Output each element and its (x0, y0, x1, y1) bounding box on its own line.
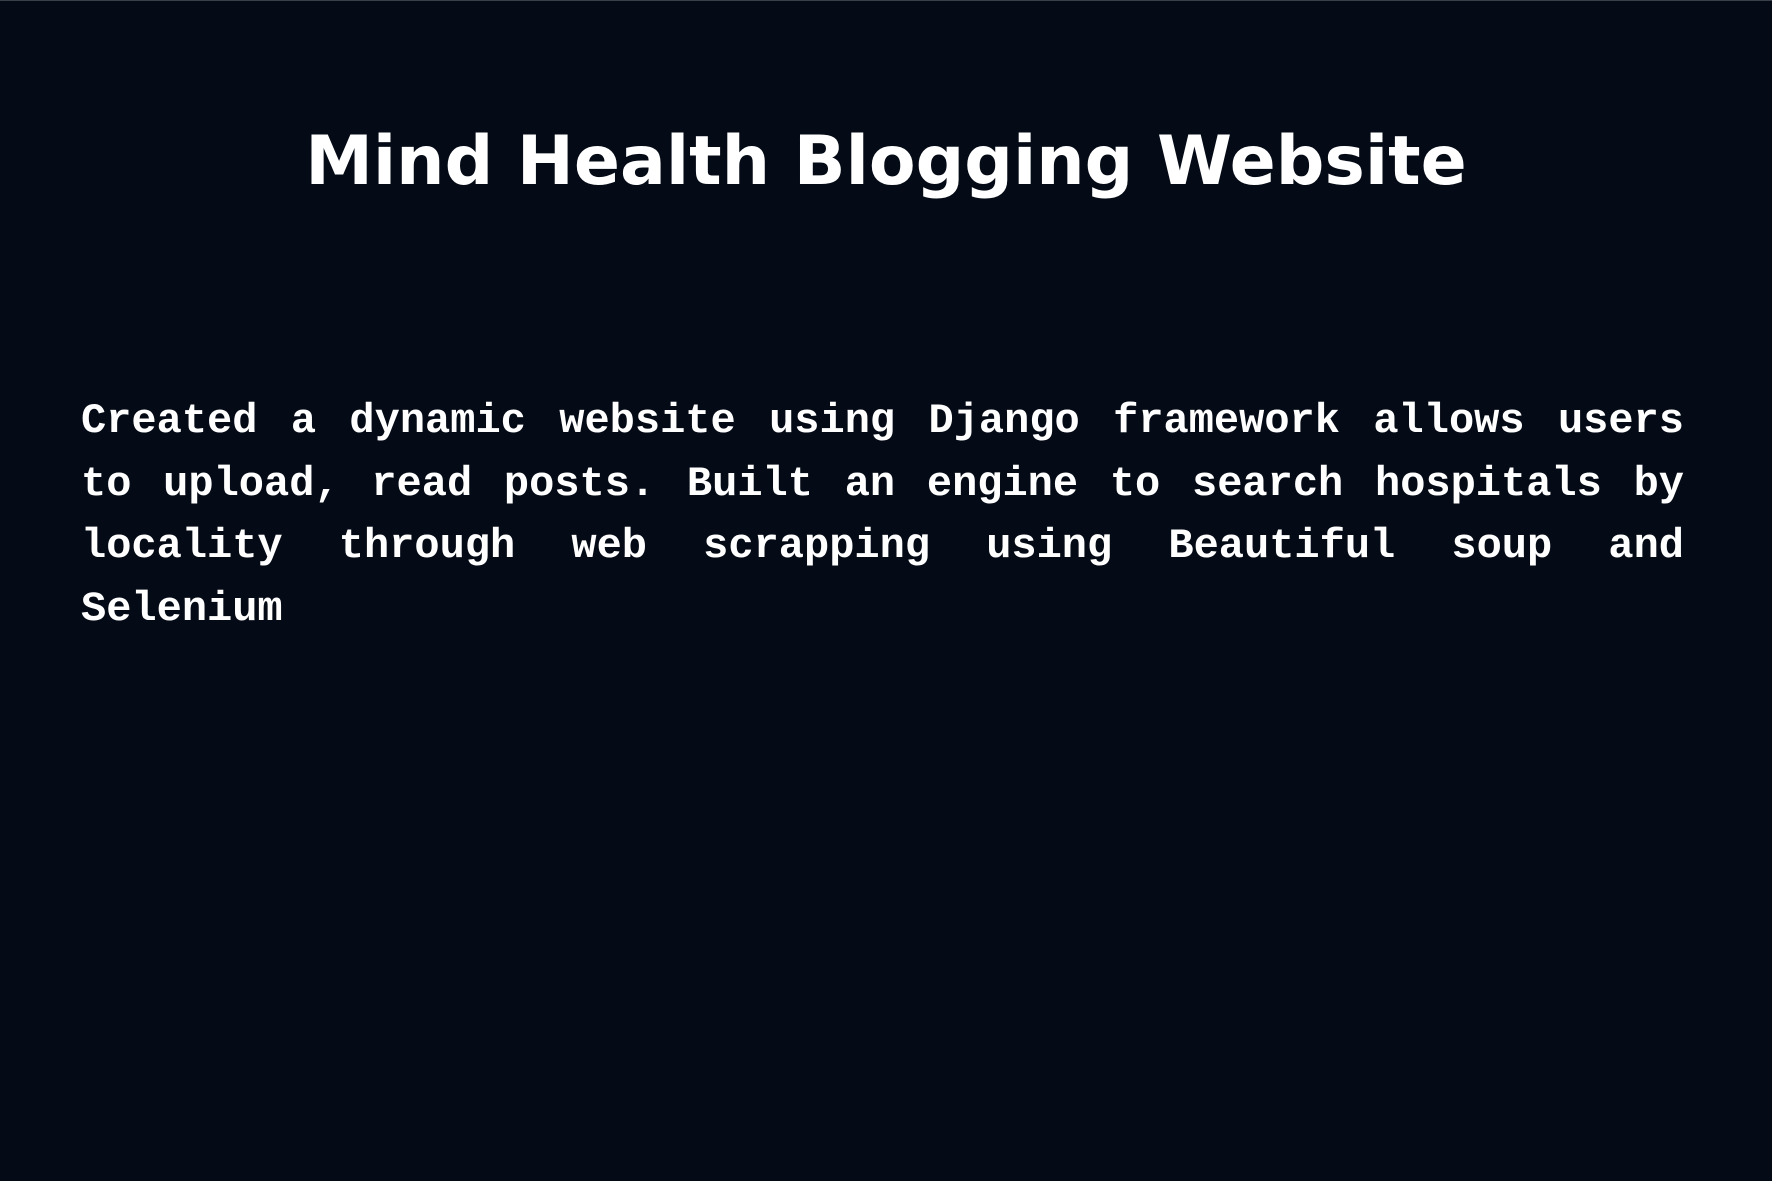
project-description: Created a dynamic website using Django f… (81, 397, 1684, 633)
slide: Mind Health Blogging Website Created a d… (0, 0, 1772, 1181)
page-title: Mind Health Blogging Website (305, 122, 1467, 201)
